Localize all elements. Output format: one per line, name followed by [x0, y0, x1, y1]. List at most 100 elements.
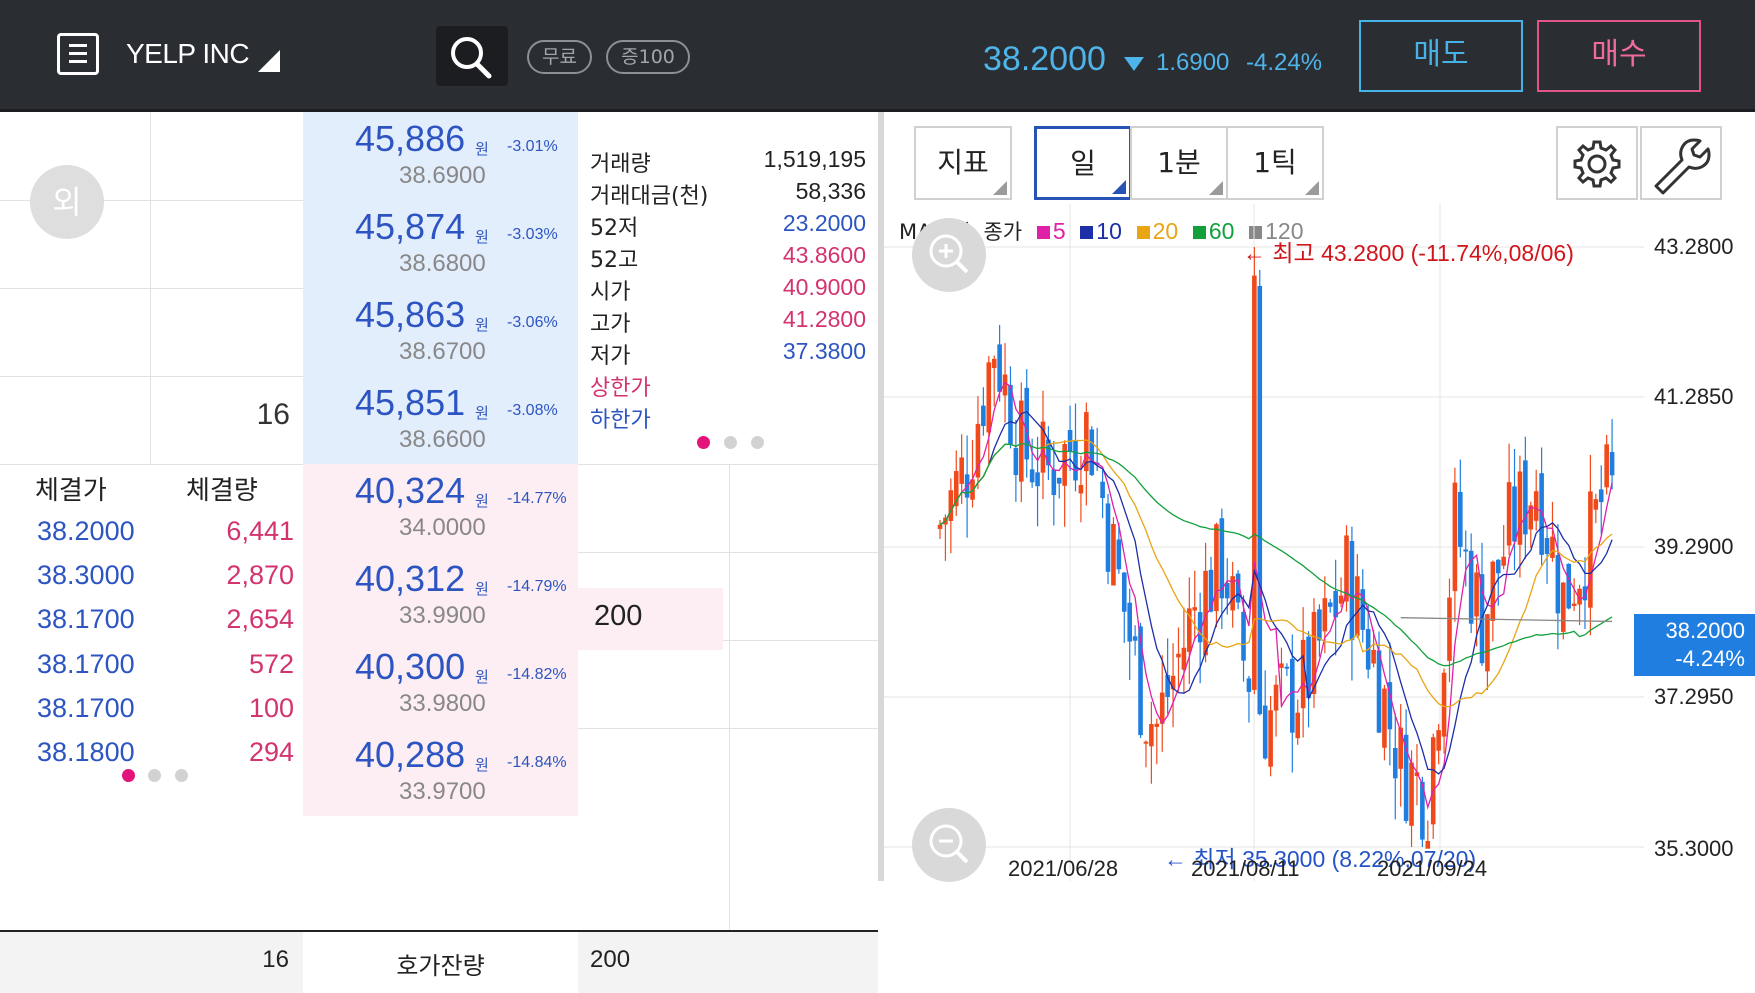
trade-price: 38.1700: [37, 604, 135, 634]
bid-pct: -14.82%: [507, 666, 567, 683]
info-label: 52고: [590, 248, 639, 273]
bid-row[interactable]: 40,300 원 -14.82% 33.9800: [303, 640, 578, 728]
current-price-tag-value: 38.2000: [1665, 618, 1745, 643]
trade-price: 38.2000: [37, 516, 135, 546]
info-row: 52고 43.8600: [590, 242, 866, 274]
bid-row[interactable]: 40,324 원 -14.77% 34.0000: [303, 464, 578, 552]
price-change: 1.6900: [1156, 49, 1230, 76]
ask-quantity: 16: [256, 398, 290, 431]
foreign-badge: 외: [30, 165, 104, 239]
page-dot[interactable]: [175, 769, 188, 782]
zoom-out-button[interactable]: [912, 808, 986, 882]
won-unit: 원: [475, 228, 489, 246]
bid-quantity: 200: [594, 600, 643, 632]
search-icon: [451, 37, 492, 79]
info-value: 43.8600: [782, 242, 866, 268]
ask-usd: 38.6700: [399, 338, 486, 365]
orderbook-footer: 16 호가잔량 200: [0, 930, 878, 993]
page-dot[interactable]: [148, 769, 161, 782]
trade-price: 38.1800: [37, 737, 135, 767]
menu-icon[interactable]: [57, 33, 99, 75]
trade-volume: 6,441: [226, 516, 294, 546]
current-price-tag-pct: -4.24%: [1675, 646, 1745, 671]
trade-price: 38.1700: [37, 649, 135, 679]
ask-total: 16: [262, 946, 289, 973]
won-unit: 원: [475, 404, 489, 422]
ask-usd: 38.6900: [399, 162, 486, 189]
ask-row[interactable]: 45,886 원 -3.01% 38.6900: [303, 112, 578, 200]
trade-volume-header: 체결량: [186, 476, 258, 506]
y-tick-label: 37.2950: [1654, 684, 1734, 709]
trade-volume: 294: [248, 737, 294, 767]
candlestick-chart[interactable]: [884, 112, 1755, 881]
bid-row[interactable]: 40,288 원 -14.84% 33.9700: [303, 728, 578, 816]
zoom-in-icon: [929, 234, 969, 274]
bid-usd: 33.9700: [399, 778, 486, 805]
info-label: 고가: [590, 312, 631, 337]
won-unit: 원: [475, 756, 489, 774]
trade-volume: 572: [248, 649, 294, 679]
zoom-in-button[interactable]: [912, 218, 986, 292]
won-unit: 원: [475, 492, 489, 510]
info-label: 시가: [590, 280, 631, 305]
search-button[interactable]: [436, 26, 508, 86]
page-dot-active[interactable]: [122, 769, 135, 782]
x-tick-label: 2021/09/24: [1377, 856, 1488, 881]
page-dot-active[interactable]: [697, 436, 710, 449]
zoom-out-icon: [929, 824, 969, 864]
page-dot[interactable]: [724, 436, 737, 449]
trade-price: 38.1700: [37, 693, 135, 723]
won-unit: 원: [475, 316, 489, 334]
bid-row[interactable]: 40,312 원 -14.79% 33.9900: [303, 552, 578, 640]
bid-usd: 33.9800: [399, 690, 486, 717]
y-tick-label: 43.2800: [1654, 234, 1734, 259]
trade-price-header: 체결가: [35, 476, 107, 506]
x-tick-label: 2021/08/11: [1191, 856, 1300, 881]
buy-button[interactable]: 매수: [1537, 20, 1701, 92]
current-price-tag: 38.2000 -4.24%: [1634, 614, 1755, 676]
ask-row[interactable]: 45,851 원 -3.08% 38.6600: [303, 376, 578, 464]
info-row: 52저 23.2000: [590, 210, 866, 242]
ask-pct: -3.01%: [507, 138, 558, 155]
info-value: 23.2000: [782, 210, 866, 236]
info-row: 시가 40.9000: [590, 274, 866, 306]
bid-krw: 40,288: [355, 734, 466, 775]
y-tick-label: 39.2900: [1654, 534, 1734, 559]
upper-limit-label: 상한가: [590, 376, 651, 401]
price-change-pct: -4.24%: [1246, 49, 1323, 76]
high-annotation: ← 최고 43.2800 (-11.74%,08/06): [1243, 240, 1574, 266]
info-label: 거래량: [590, 152, 651, 177]
info-row: 거래량 1,519,195: [590, 146, 866, 178]
ask-krw: 45,863: [355, 294, 466, 335]
down-arrow-icon: [1124, 57, 1144, 71]
ask-krw: 45,886: [355, 118, 466, 159]
page-dot[interactable]: [751, 436, 764, 449]
info-row: 고가 41.2800: [590, 306, 866, 338]
chart-panel: 지표 일 1분 1틱 MA 단순 종가 5 10 20 60 120 ← 최고 …: [878, 112, 1755, 882]
bid-krw: 40,324: [355, 470, 466, 511]
trade-volume: 2,654: [226, 604, 294, 634]
bid-pct: -14.79%: [507, 578, 567, 595]
ask-pct: -3.06%: [507, 314, 558, 331]
order-book: 외 45,886 원 -3.01% 38.6900 45,874 원 -3.03…: [0, 112, 878, 993]
info-value: 37.3800: [782, 338, 866, 364]
current-price: 38.2000: [983, 40, 1106, 78]
bid-krw: 40,300: [355, 646, 466, 687]
y-tick-label: 35.3000: [1654, 836, 1734, 861]
bid-total: 200: [590, 946, 631, 973]
remaining-label: 호가잔량: [396, 952, 485, 980]
sell-button[interactable]: 매도: [1359, 20, 1523, 92]
bid-krw: 40,312: [355, 558, 466, 599]
margin-badge: 증100: [606, 40, 690, 74]
ask-row[interactable]: 45,863 원 -3.06% 38.6700: [303, 288, 578, 376]
info-row: 저가 37.3800: [590, 338, 866, 370]
ask-pct: -3.08%: [507, 402, 558, 419]
info-label: 52저: [590, 216, 639, 241]
dropdown-triangle-icon[interactable]: [258, 50, 280, 72]
info-row: 상한가: [590, 370, 866, 402]
stock-title[interactable]: YELP INC: [126, 38, 250, 70]
ask-row[interactable]: 45,874 원 -3.03% 38.6800: [303, 200, 578, 288]
won-unit: 원: [475, 668, 489, 686]
info-row: 하한가: [590, 402, 866, 434]
y-tick-label: 41.2850: [1654, 384, 1734, 409]
